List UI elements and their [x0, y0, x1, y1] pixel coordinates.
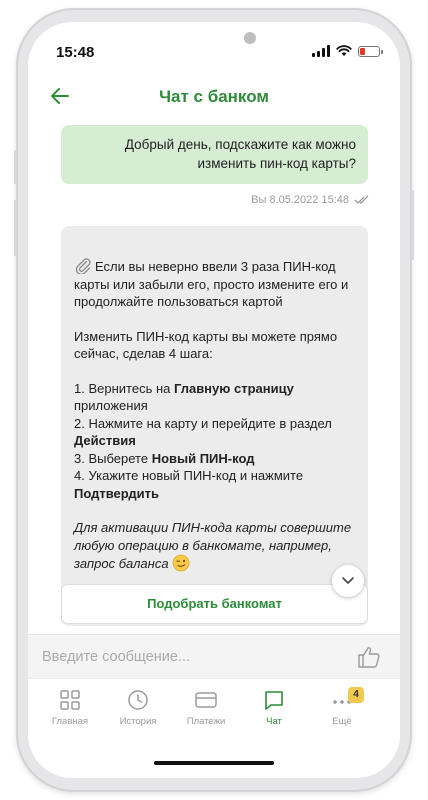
- step-text: приложения: [74, 398, 148, 413]
- wink-emoji-icon: [172, 554, 189, 572]
- clock-icon: [128, 690, 148, 710]
- status-bar: 15:48: [28, 22, 400, 70]
- notification-badge: 4: [348, 687, 364, 703]
- nav-label-chat: Чат: [266, 716, 282, 727]
- phone-side-button: [14, 150, 17, 184]
- signal-icon: [312, 45, 330, 57]
- thumbs-up-icon[interactable]: [356, 644, 382, 670]
- step-text: 4. Укажите новый ПИН-код и нажмите: [74, 468, 304, 483]
- message-input[interactable]: [42, 643, 312, 671]
- page-title: Чат с банком: [159, 87, 269, 106]
- phone-side-button: [14, 200, 17, 256]
- nav-label-more: Ещё: [332, 716, 352, 727]
- bank-message-bubble: Если вы неверно ввели 3 раза ПИН-код кар…: [61, 226, 368, 626]
- step-text: 1. Вернитесь на: [74, 380, 174, 396]
- chat-icon: [265, 691, 283, 710]
- grid-icon: [60, 690, 80, 710]
- home-indicator[interactable]: [154, 761, 274, 765]
- step-highlight: Подтвердить: [74, 485, 160, 501]
- user-message-text: Добрый день, подскажите как можно измени…: [124, 137, 356, 171]
- phone-screen: 15:48 Чат с банком Добрый день, подскажи…: [28, 22, 400, 778]
- phone-side-button: [411, 190, 414, 260]
- bottom-navigation: Главная История Платежи Чат 4 Ещё: [28, 678, 400, 778]
- step-text: 3. Выберете: [74, 450, 152, 466]
- message-input-bar: [28, 634, 400, 678]
- step-highlight: Главную страницу: [173, 380, 294, 396]
- find-atm-button[interactable]: Подобрать банкомат: [61, 584, 368, 624]
- step-highlight: Действия: [74, 433, 136, 448]
- step-text: 2. Нажмите на карту и перейдите в раздел: [74, 415, 332, 431]
- card-icon: [195, 692, 217, 708]
- nav-item-history[interactable]: История: [104, 689, 172, 735]
- front-camera: [244, 32, 256, 44]
- status-icons: [312, 45, 383, 57]
- bank-message-steps-intro: Изменить ПИН-код карты вы можете прямо с…: [74, 328, 338, 362]
- nav-item-chat[interactable]: Чат: [240, 689, 308, 735]
- bank-message-note-wrap: Для активации ПИН-кода карты совершите л…: [74, 519, 356, 573]
- chat-area[interactable]: Добрый день, подскажите как можно измени…: [28, 118, 400, 634]
- scroll-down-button[interactable]: [332, 565, 364, 597]
- chevron-down-icon: [342, 577, 354, 584]
- bank-message-steps: 1. Вернитесь на Главную страницу приложе…: [74, 380, 356, 503]
- battery-icon: [358, 45, 383, 57]
- nav-label-payments: Платежи: [186, 716, 226, 727]
- paperclip-icon: [75, 258, 91, 274]
- double-check-icon: [354, 195, 369, 204]
- wifi-icon: [336, 45, 352, 56]
- bank-message-intro: Если вы неверно ввели 3 раза ПИН-код кар…: [74, 259, 349, 309]
- nav-label-home: Главная: [51, 716, 89, 727]
- nav-item-more[interactable]: 4 Ещё: [308, 687, 376, 735]
- message-meta: Вы 8.05.2022 15:48: [251, 194, 370, 206]
- user-message-bubble: Добрый день, подскажите как можно измени…: [61, 125, 368, 184]
- status-time: 15:48: [56, 44, 95, 61]
- nav-label-history: История: [119, 716, 157, 727]
- nav-item-home[interactable]: Главная: [36, 689, 104, 735]
- nav-item-payments[interactable]: Платежи: [172, 689, 240, 735]
- chat-header: Чат с банком: [28, 74, 400, 118]
- bank-message-note: Для активации ПИН-кода карты совершите л…: [74, 520, 352, 571]
- message-timestamp: Вы 8.05.2022 15:48: [251, 194, 349, 206]
- step-highlight: Новый ПИН-код: [151, 450, 255, 466]
